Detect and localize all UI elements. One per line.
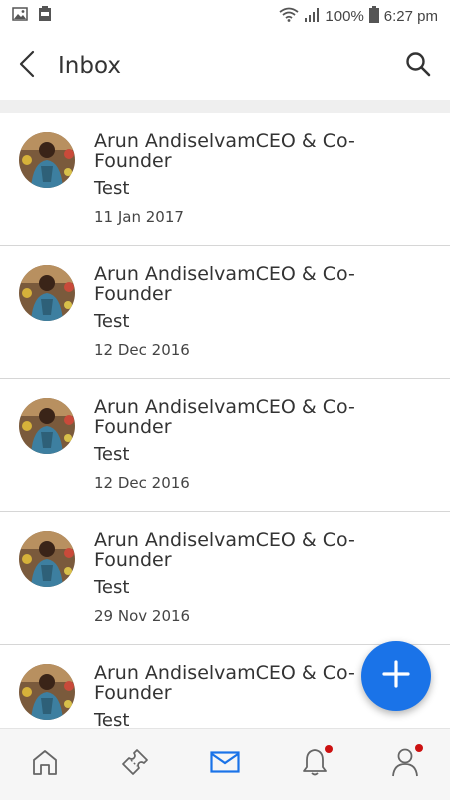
avatar[interactable] xyxy=(19,398,75,454)
person-icon xyxy=(391,744,423,782)
ticket-icon xyxy=(120,747,150,782)
bottom-nav xyxy=(0,728,450,800)
message-item[interactable]: Arun AndiselvamCEO & Co-Founder Test 29 … xyxy=(0,512,450,645)
message-date: 12 Dec 2016 xyxy=(94,474,190,492)
message-date: 11 Jan 2017 xyxy=(94,208,184,226)
message-subject: Test xyxy=(94,710,130,728)
message-subject: Test xyxy=(94,178,130,199)
bell-icon xyxy=(301,745,333,782)
message-subject: Test xyxy=(94,311,130,332)
battery-percent: 100% xyxy=(325,7,364,25)
app-bar: Inbox xyxy=(0,32,450,100)
message-item[interactable]: Arun AndiselvamCEO & Co-Founder Test 12 … xyxy=(0,246,450,379)
message-sender: Arun AndiselvamCEO & Co-Founder xyxy=(94,263,355,305)
message-sender: Arun AndiselvamCEO & Co-Founder xyxy=(94,130,355,172)
message-list[interactable]: Arun AndiselvamCEO & Co-Founder Test 11 … xyxy=(0,113,450,728)
message-subject: Test xyxy=(94,444,130,465)
page-title: Inbox xyxy=(58,53,121,79)
status-left-icons xyxy=(12,5,52,27)
message-date: 12 Dec 2016 xyxy=(94,341,190,359)
nav-profile[interactable] xyxy=(360,729,450,800)
avatar[interactable] xyxy=(19,132,75,188)
chevron-left-icon xyxy=(19,50,35,83)
search-icon xyxy=(405,51,431,82)
avatar[interactable] xyxy=(19,531,75,587)
image-icon xyxy=(12,6,28,26)
profile-badge xyxy=(415,744,423,752)
search-button[interactable] xyxy=(390,32,446,100)
back-button[interactable] xyxy=(2,32,52,100)
battery-icon xyxy=(368,5,379,27)
avatar[interactable] xyxy=(19,265,75,321)
message-date: 29 Nov 2016 xyxy=(94,607,191,625)
nav-inbox[interactable] xyxy=(180,729,270,800)
message-item[interactable]: Arun AndiselvamCEO & Co-Founder Test 12 … xyxy=(0,379,450,512)
status-bar: 100% 6:27 pm xyxy=(0,0,450,32)
notification-badge xyxy=(325,745,333,753)
plus-icon xyxy=(381,659,411,694)
header-divider xyxy=(0,100,450,113)
nav-notifications[interactable] xyxy=(270,729,360,800)
clock: 6:27 pm xyxy=(383,7,438,25)
nav-home[interactable] xyxy=(0,729,90,800)
message-subject: Test xyxy=(94,577,130,598)
message-sender: Arun AndiselvamCEO & Co-Founder xyxy=(94,396,355,438)
message-item[interactable]: Arun AndiselvamCEO & Co-Founder Test 11 … xyxy=(0,113,450,246)
wifi-icon xyxy=(279,7,299,26)
signal-icon xyxy=(304,7,320,26)
battery-saver-icon xyxy=(38,5,52,27)
status-right: 100% 6:27 pm xyxy=(279,5,438,27)
nav-tickets[interactable] xyxy=(90,729,180,800)
mail-icon xyxy=(210,751,240,778)
avatar[interactable] xyxy=(19,664,75,720)
message-sender: Arun AndiselvamCEO & Co-Founder xyxy=(94,529,355,571)
compose-button[interactable] xyxy=(361,641,431,711)
home-icon xyxy=(31,748,59,781)
